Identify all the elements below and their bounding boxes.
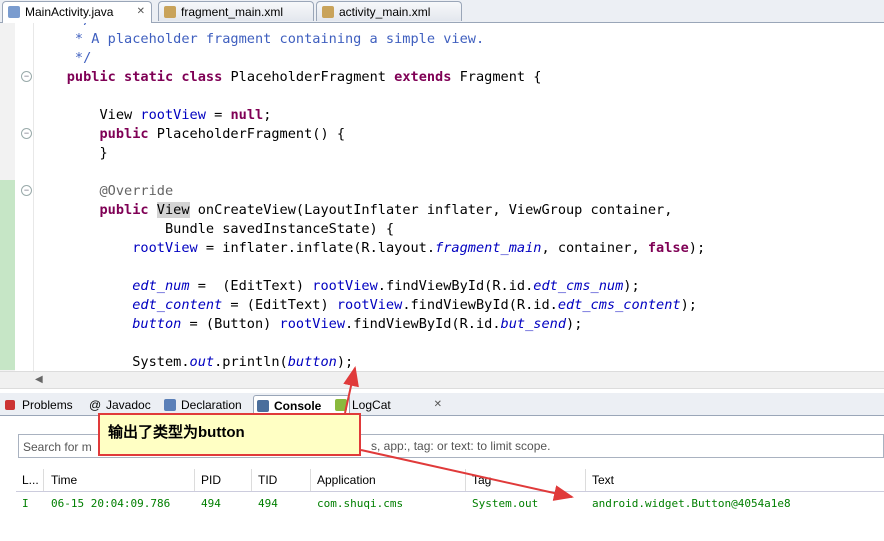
log-tag: System.out: [472, 497, 539, 510]
tab-fragment-main-xml[interactable]: fragment_main.xml: [158, 1, 314, 21]
tab-label: activity_main.xml: [339, 5, 431, 19]
code-line: View rootView = null;: [99, 107, 272, 123]
scroll-left-icon[interactable]: ◀: [35, 372, 43, 388]
code-line: edt_num = (EditText) rootView.findViewBy…: [132, 278, 640, 294]
editor-ruler: [0, 23, 15, 371]
code-editor[interactable]: − − − */ * A placeholder fragment contai…: [0, 23, 884, 371]
editor-tab-bar: MainActivity.java ✕ fragment_main.xml ac…: [0, 0, 884, 23]
declaration-icon: [164, 399, 176, 411]
xml-file-icon: [322, 6, 334, 18]
tab-logcat[interactable]: LogCat ✕: [332, 395, 446, 415]
log-application: com.shuqi.cms: [317, 497, 404, 510]
problems-icon: [5, 400, 15, 410]
tab-mainactivity-java[interactable]: MainActivity.java ✕: [2, 1, 152, 23]
code-line: public static class PlaceholderFragment …: [66, 69, 542, 85]
code-line: public View onCreateView(LayoutInflater …: [99, 202, 673, 218]
code-line: button = (Button) rootView.findViewById(…: [132, 316, 583, 332]
tab-declaration[interactable]: Declaration: [161, 395, 242, 415]
tab-activity-main-xml[interactable]: activity_main.xml: [316, 1, 462, 21]
table-row[interactable]: I 06-15 20:04:09.786 494 494 com.shuqi.c…: [16, 494, 884, 514]
tab-javadoc[interactable]: @ Javadoc: [86, 395, 151, 415]
code-line: * A placeholder fragment containing a si…: [34, 31, 485, 47]
column-header-tag[interactable]: Tag: [466, 469, 586, 491]
console-icon: [257, 400, 269, 412]
column-header-text[interactable]: Text: [586, 469, 884, 491]
search-hint-text: s, app:, tag: or text: to limit scope.: [371, 439, 551, 453]
log-tid: 494: [258, 497, 278, 510]
column-header-level[interactable]: L...: [16, 469, 44, 491]
close-icon[interactable]: ✕: [434, 395, 442, 415]
code-line: rootView = inflater.inflate(R.layout.fra…: [132, 240, 706, 256]
column-header-tid[interactable]: TID: [252, 469, 311, 491]
javadoc-icon: @: [89, 398, 102, 412]
tab-label: fragment_main.xml: [181, 5, 284, 19]
java-file-icon: [8, 6, 20, 18]
column-header-time[interactable]: Time: [45, 469, 195, 491]
log-level: I: [22, 497, 29, 510]
tab-problems[interactable]: Problems: [2, 395, 73, 415]
fold-toggle-icon[interactable]: −: [21, 185, 32, 196]
fold-toggle-icon[interactable]: −: [21, 128, 32, 139]
code-line: edt_content = (EditText) rootView.findVi…: [132, 297, 697, 313]
code-line: Bundle savedInstanceState) {: [164, 221, 395, 237]
code-line: @Override: [99, 183, 174, 199]
code-line: public PlaceholderFragment() {: [99, 126, 346, 142]
log-text: android.widget.Button@4054a1e8: [592, 497, 791, 510]
logcat-icon: [335, 399, 347, 411]
change-ruler-highlight: [0, 180, 15, 370]
column-header-pid[interactable]: PID: [195, 469, 252, 491]
log-pid: 494: [201, 497, 221, 510]
code-line: System.out.println(button);: [132, 354, 354, 370]
column-header-application[interactable]: Application: [311, 469, 466, 491]
code-line: */: [34, 50, 92, 66]
logcat-table-header: L... Time PID TID Application Tag Text: [16, 469, 884, 492]
xml-file-icon: [164, 6, 176, 18]
annotation-callout: 输出了类型为button: [98, 413, 361, 456]
tab-label: MainActivity.java: [25, 5, 114, 19]
code-line: */: [34, 23, 91, 30]
close-icon[interactable]: ✕: [137, 2, 145, 22]
log-time: 06-15 20:04:09.786: [51, 497, 171, 510]
code-line: }: [99, 145, 108, 161]
editor-horizontal-scrollbar[interactable]: ◀: [0, 371, 884, 389]
fold-toggle-icon[interactable]: −: [21, 71, 32, 82]
